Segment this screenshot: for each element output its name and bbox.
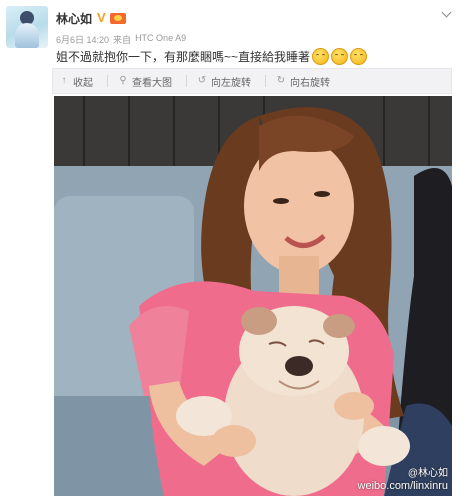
source-device[interactable]: HTC One A9	[135, 33, 186, 46]
watermark-handle: @林心如	[407, 468, 448, 479]
collapse-label: 收起	[73, 77, 93, 89]
view-large-label: 查看大图	[132, 77, 172, 89]
arrow-up-icon: ↑	[61, 75, 67, 86]
photo-illustration	[54, 96, 452, 496]
source-prefix: 来自	[113, 35, 132, 45]
user-name-row: 林心如 V	[56, 9, 126, 27]
post-text: 姐不過就抱你一下，有那麼睏嗎~~直接給我睡著	[56, 48, 368, 65]
avatar-figure-body	[15, 23, 39, 48]
toolbar-divider	[186, 75, 187, 87]
post-meta: 6月6日 14:20 来自 HTC One A9	[56, 33, 186, 46]
sleepy-emoji-icon	[331, 48, 349, 65]
rotate-right-icon: ↻	[276, 75, 286, 86]
rotate-left-icon: ↺	[197, 75, 207, 86]
post-text-content: 姐不過就抱你一下，有那麼睏嗎~~直接給我睡著	[56, 50, 311, 64]
collapse-button[interactable]: ↑ 收起	[59, 74, 94, 89]
image-toolbar: ↑ 收起 ⚲ 查看大图 ↺ 向左旋转 ↻ 向右旋转	[52, 68, 452, 94]
post-date[interactable]: 6月6日 14:20	[56, 33, 109, 46]
post-photo[interactable]: @林心如 weibo.com/linxinru	[54, 96, 452, 496]
view-large-button[interactable]: ⚲ 查看大图	[118, 74, 172, 89]
toolbar-divider	[265, 75, 266, 87]
user-name[interactable]: 林心如	[56, 10, 92, 27]
photo-watermark: @林心如 weibo.com/linxinru	[358, 468, 448, 492]
avatar[interactable]	[6, 6, 48, 48]
rotate-right-button[interactable]: ↻ 向右旋转	[276, 74, 330, 89]
v-badge-icon: V	[97, 10, 106, 25]
watermark-url: weibo.com/linxinru	[357, 480, 448, 492]
rotate-left-label: 向左旋转	[211, 77, 251, 89]
rotate-left-button[interactable]: ↺ 向左旋转	[197, 74, 251, 89]
rotate-right-label: 向右旋转	[290, 77, 330, 89]
sleepy-emoji-icon	[350, 48, 368, 65]
magnifier-icon: ⚲	[119, 75, 127, 86]
chevron-down-icon[interactable]	[441, 9, 452, 20]
toolbar-divider	[107, 75, 108, 87]
member-crown-icon[interactable]	[109, 12, 126, 24]
sleepy-emoji-icon	[312, 48, 330, 65]
